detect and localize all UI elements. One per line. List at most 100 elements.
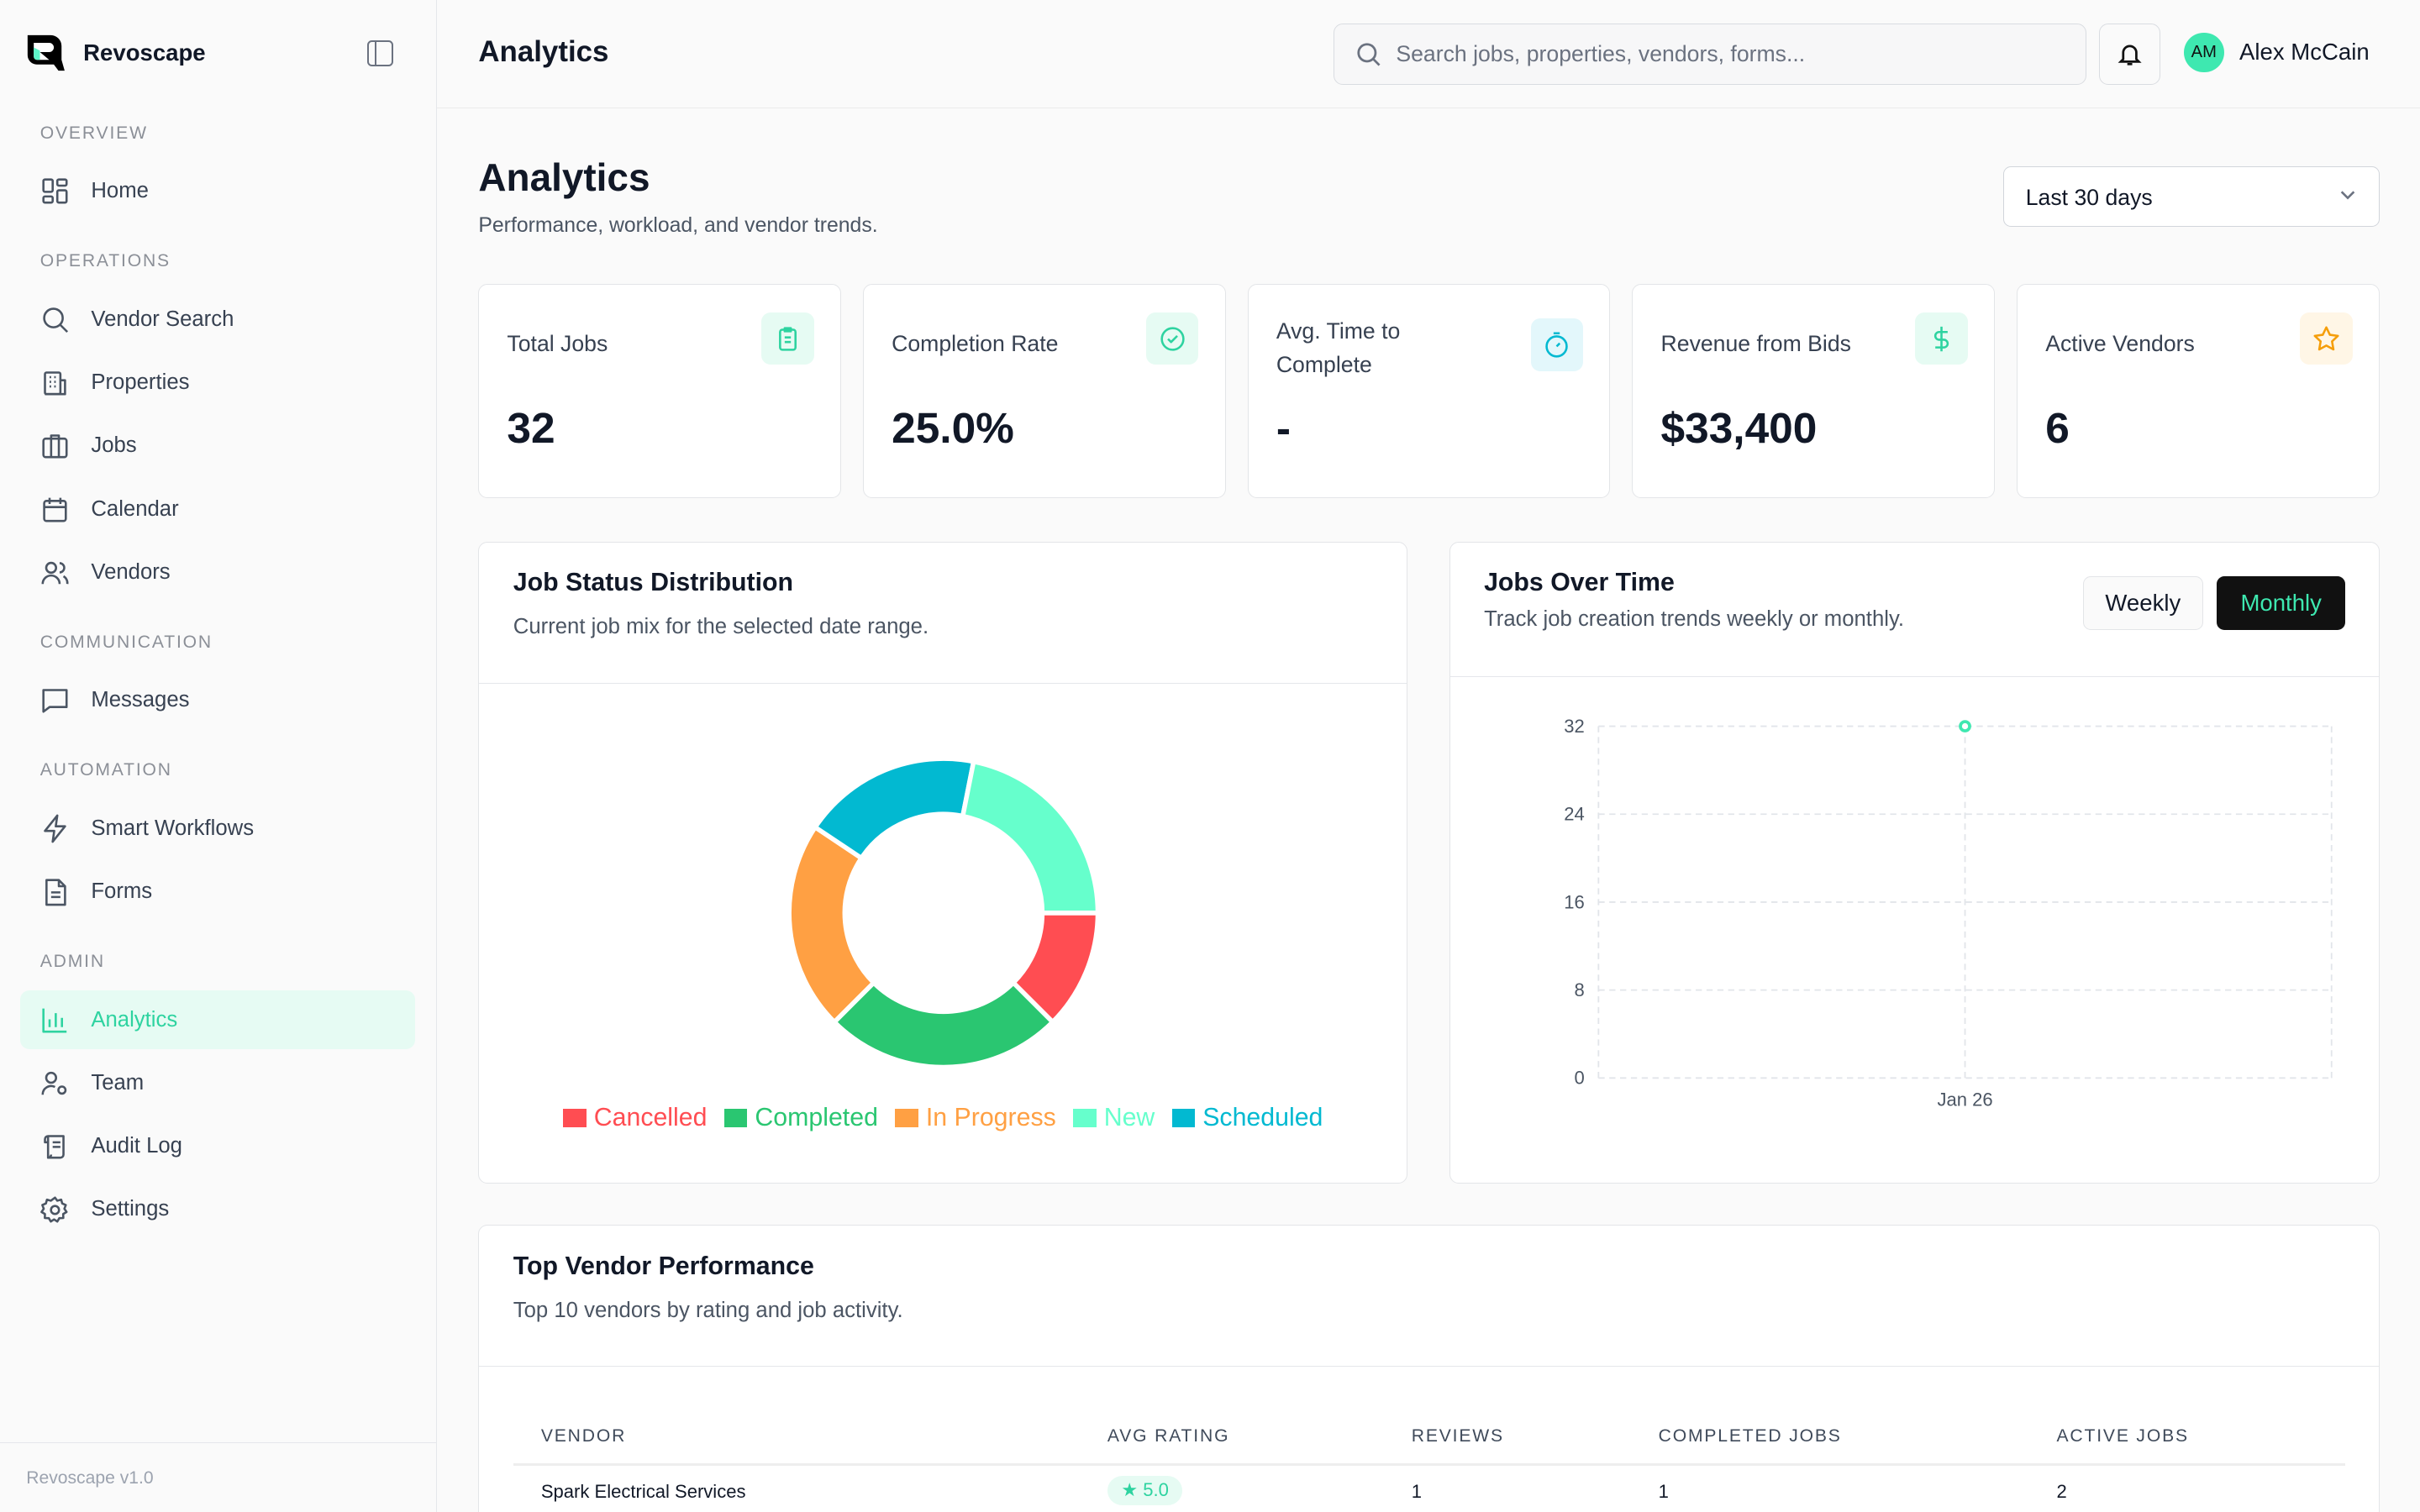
brand-name: Revoscape [83,39,205,66]
app-root: Revoscape OVERVIEWHomeOPERATIONSVendor S… [0,0,2420,1512]
kpi-card: Avg. Time to Complete- [1248,284,1611,498]
legend-item[interactable]: Scheduled [1172,1104,1323,1132]
sidebar-item-label: Properties [91,370,189,395]
sidebar-item-label: Messages [91,688,189,712]
sidebar-item-team[interactable]: Team [20,1053,415,1112]
sidebar-item-messages[interactable]: Messages [20,671,415,730]
section-label: COMMUNICATION [40,633,213,653]
sidebar-item-analytics[interactable]: Analytics [20,990,415,1049]
legend-item[interactable]: In Progress [895,1104,1056,1132]
section-label: OVERVIEW [40,123,148,144]
avatar: AM [2184,33,2224,73]
kpi-card: Completion Rate 25.0% [863,284,1226,498]
user-menu[interactable]: AM Alex McCain [2184,33,2370,73]
topbar-title: Analytics [478,35,608,69]
sidebar-item-calendar[interactable]: Calendar [20,480,415,538]
sidebar-item-label: Vendors [91,560,170,585]
kpi-icon-badge [2300,312,2352,365]
legend-swatch [1073,1109,1097,1127]
chart-legend: Cancelled Completed In Progress New Schedule… [479,1104,1407,1132]
clipboard-icon [774,325,802,353]
sidebar-item-vendors[interactable]: Vendors [20,543,415,602]
message-icon [40,685,70,715]
donut-slice-completed[interactable] [834,983,1053,1068]
kpi-label: Total Jobs [507,327,739,360]
sidebar-item-label: Calendar [91,497,178,522]
sidebar-item-audit-log[interactable]: Audit Log [20,1117,415,1176]
page-title: Analytics [478,155,650,200]
sidebar-item-properties[interactable]: Properties [20,354,415,412]
x-tick-label: Jan 26 [1937,1089,1992,1110]
date-range-select[interactable]: Last 30 days [2003,166,2380,227]
column-header[interactable]: VENDOR [541,1426,626,1446]
section-label: ADMIN [40,952,105,972]
legend-item[interactable]: Cancelled [563,1104,707,1132]
bell-icon [2117,41,2143,67]
version-label: Revoscape v1.0 [0,1442,437,1512]
page-subtitle: Performance, workload, and vendor trends… [478,214,877,238]
rating-badge: ★ 5.0 [1107,1476,1183,1505]
cell-reviews: 1 [1412,1482,1422,1502]
donut-slice-scheduled[interactable] [816,759,975,858]
legend-item[interactable]: Completed [724,1104,878,1132]
panel-subtitle: Top 10 vendors by rating and job activit… [513,1299,903,1323]
timer-icon [1543,331,1570,359]
date-range-value: Last 30 days [2026,185,2153,210]
kpi-label: Completion Rate [892,327,1123,360]
kpi-icon-badge [1146,312,1198,365]
kpi-icon-badge [1915,312,1967,365]
scroll-icon [40,1131,70,1161]
column-header[interactable]: COMPLETED JOBS [1659,1426,1842,1446]
sidebar-item-label: Jobs [91,433,136,458]
search-icon [1356,42,1381,66]
sidebar-item-label: Forms [91,879,152,904]
search-placeholder: Search jobs, properties, vendors, forms.… [1396,41,1805,67]
data-point[interactable] [1960,722,1970,731]
legend-swatch [895,1109,918,1127]
kpi-card: Active Vendors6 [2017,284,2380,498]
sidebar-item-forms[interactable]: Forms [20,863,415,921]
sidebar-item-home[interactable]: Home [20,162,415,221]
search-icon [40,305,70,334]
jobs-over-time-panel: Jobs Over Time Track job creation trends… [1449,542,2381,1184]
legend-label: Scheduled [1202,1104,1323,1131]
chevron-down-icon [2338,186,2357,204]
sidebar-item-smart-workflows[interactable]: Smart Workflows [20,799,415,858]
donut-slice-new[interactable] [963,761,1098,912]
search-input[interactable]: Search jobs, properties, vendors, forms.… [1334,24,2086,85]
gear-icon [40,1195,70,1225]
topbar: Analytics Search jobs, properties, vendo… [437,0,2420,108]
revoscape-logo-icon [26,34,65,72]
sidebar-item-label: Audit Log [91,1134,182,1158]
sidebar-item-label: Analytics [91,1008,177,1032]
user-gear-icon [40,1068,70,1098]
column-header[interactable]: REVIEWS [1412,1426,1504,1446]
sidebar-item-label: Home [91,179,149,203]
kpi-icon-badge [761,312,813,365]
sidebar-item-vendor-search[interactable]: Vendor Search [20,290,415,349]
brand[interactable]: Revoscape [26,34,205,72]
sidebar-item-jobs[interactable]: Jobs [20,417,415,475]
column-header[interactable]: ACTIVE JOBS [2056,1426,2188,1446]
notifications-button[interactable] [2099,24,2160,85]
grid-icon [40,176,70,206]
legend-swatch [724,1109,748,1127]
sidebar-item-settings[interactable]: Settings [20,1180,415,1239]
column-header[interactable]: AVG RATING [1107,1426,1229,1446]
kpi-icon-badge [1531,318,1583,370]
kpi-value: 6 [2045,402,2070,453]
legend-swatch [563,1109,587,1127]
kpi-label: Avg. Time to Complete [1276,314,1446,382]
collapse-sidebar-icon[interactable] [367,40,393,66]
kpi-value: 25.0% [892,402,1014,453]
users-icon [40,558,70,587]
y-tick-label: 8 [1574,979,1584,1000]
legend-item[interactable]: New [1073,1104,1155,1132]
y-tick-label: 32 [1564,716,1585,737]
kpi-value: 32 [507,402,555,453]
briefcase-icon [40,431,70,460]
line-chart: 08162432Jan 26 [1450,543,2381,1184]
sidebar: Revoscape OVERVIEWHomeOPERATIONSVendor S… [0,0,437,1512]
divider [479,1366,2379,1367]
star-icon [2312,325,2340,353]
